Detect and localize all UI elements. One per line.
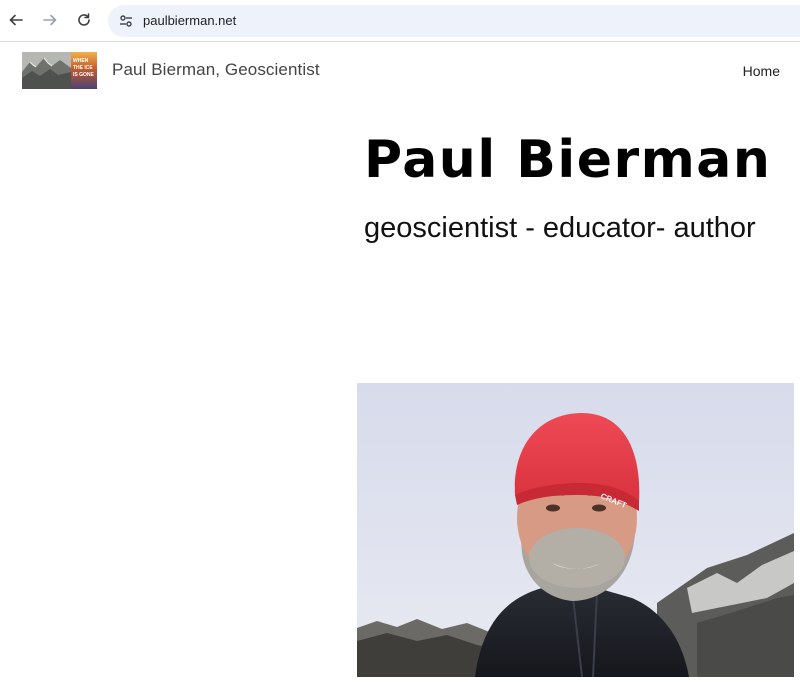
- browser-toolbar: paulbierman.net: [0, 0, 800, 42]
- site-info-button[interactable]: [116, 11, 136, 31]
- url-text[interactable]: paulbierman.net: [143, 13, 236, 28]
- reload-icon: [78, 13, 90, 26]
- logo-book-line: THE ICE: [73, 65, 93, 71]
- site-title-link[interactable]: Paul Bierman, Geoscientist: [112, 60, 320, 80]
- site-header: WHEN THE ICE IS GONE Paul Bierman, Geosc…: [0, 43, 800, 97]
- logo-book-cover: WHEN THE ICE IS GONE: [71, 52, 97, 89]
- logo-book-line: IS GONE: [73, 72, 94, 78]
- site-logo[interactable]: WHEN THE ICE IS GONE: [22, 52, 97, 89]
- nav-home-link[interactable]: Home: [743, 63, 780, 79]
- portrait-photo: CRAFT: [357, 383, 794, 677]
- back-button[interactable]: [5, 9, 27, 31]
- reload-button[interactable]: [73, 9, 95, 31]
- arrow-right-icon: [43, 14, 57, 26]
- hero-tagline: geoscientist - educator- author: [364, 212, 756, 244]
- forward-button[interactable]: [39, 9, 61, 31]
- logo-mountain-image: [22, 52, 71, 89]
- tune-icon: [120, 15, 132, 27]
- logo-book-line: WHEN: [73, 58, 89, 64]
- hero-name: Paul Bierman: [364, 130, 772, 190]
- address-bar[interactable]: paulbierman.net: [108, 5, 800, 37]
- arrow-left-icon: [9, 14, 23, 26]
